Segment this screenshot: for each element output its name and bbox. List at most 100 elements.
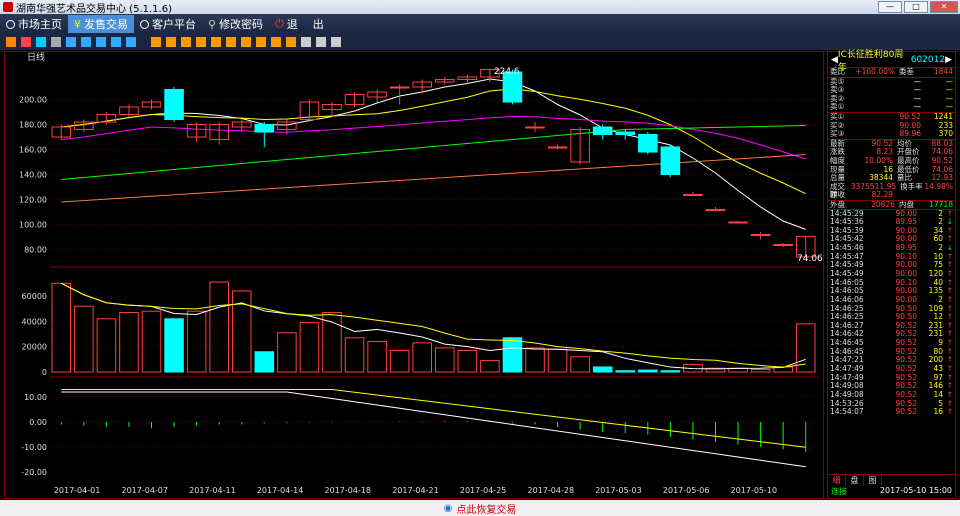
- stats-block: 最新 90.52 均价 88.03 涨跌 8.23 开盘价 74.06 幅度 10.00% 最高价 9…: [828, 138, 955, 200]
- prev-arrow-icon[interactable]: ◀: [831, 55, 838, 65]
- volume-bar: [457, 349, 478, 373]
- restore-trade-bar[interactable]: ◉ 点此恢复交易: [0, 500, 960, 516]
- menu-trade[interactable]: ¥ 发售交易: [68, 15, 134, 33]
- toolbar-tool-icon[interactable]: [21, 37, 31, 47]
- menu-market-home[interactable]: 市场主页: [0, 15, 68, 33]
- tab-book[interactable]: 盘: [846, 475, 864, 486]
- volume-bar: [141, 310, 162, 373]
- volume-bar: [615, 370, 636, 373]
- dif-line: [61, 391, 806, 468]
- toolbar: [0, 34, 960, 50]
- toolbar-tool-icon[interactable]: [241, 37, 251, 47]
- restore-trade-label: 点此恢复交易: [456, 504, 517, 516]
- volume-tick-label: 0: [42, 368, 47, 377]
- window-controls: — □ ✕: [878, 1, 958, 13]
- close-button[interactable]: ✕: [930, 1, 958, 13]
- price-tick-label: 140.00: [19, 171, 47, 180]
- toolbar-tool-icon[interactable]: [316, 37, 326, 47]
- volume-bar: [277, 332, 297, 373]
- low-price-label: 74.06: [797, 254, 823, 264]
- volume-bar: [592, 366, 613, 373]
- volume-bar: [254, 351, 275, 373]
- maximize-button[interactable]: □: [904, 1, 928, 13]
- date-label: 2017-04-01: [54, 486, 101, 495]
- kline-chart[interactable]: 日线 200.00 180.00 160.00 140.00 120.00 100.00 80…: [4, 51, 824, 499]
- toolbar-tool-icon[interactable]: [96, 37, 106, 47]
- dea-line: [61, 389, 806, 448]
- toolbar-tool-icon[interactable]: [126, 37, 136, 47]
- volume-bar: [186, 310, 207, 373]
- candle-body: [164, 89, 184, 120]
- toolbar-tool-icon[interactable]: [226, 37, 236, 47]
- candle-body: [638, 134, 658, 153]
- date-label: 2017-05-06: [663, 486, 710, 495]
- date-label: 2017-04-11: [189, 486, 236, 495]
- menu-exit[interactable]: ⏻ 退出: [269, 15, 330, 33]
- tab-chart[interactable]: 图: [864, 475, 882, 486]
- high-price-label: 224.6: [494, 67, 520, 77]
- globe-icon: [140, 19, 149, 29]
- weibi-row: 委比 +100.00% 委差 1844: [830, 67, 953, 76]
- yen-icon: ¥: [74, 17, 81, 31]
- menu-client-platform[interactable]: 客户平台: [134, 15, 202, 33]
- candle-body: [592, 126, 613, 135]
- toolbar-tool-icon[interactable]: [181, 37, 191, 47]
- volume-bar: [74, 305, 94, 373]
- toolbar-tool-icon[interactable]: [331, 37, 341, 47]
- date-label: 2017-04-25: [460, 486, 507, 495]
- status-datetime: 2017-05-10 15:00: [879, 486, 952, 495]
- price-tick-label: 200.00: [19, 96, 47, 105]
- sell-order-row: 卖② — —: [830, 93, 953, 103]
- date-label: 2017-04-18: [325, 486, 372, 495]
- candle-body: [525, 126, 545, 129]
- tab-detail[interactable]: 细: [828, 475, 846, 486]
- candle-body: [660, 146, 681, 175]
- volume-bar: [435, 347, 455, 373]
- volume-bar: [547, 348, 568, 373]
- candle-body: [750, 234, 771, 236]
- toolbar-tool-icon[interactable]: [196, 37, 206, 47]
- toolbar-tool-icon[interactable]: [111, 37, 121, 47]
- toolbar-tool-icon[interactable]: [151, 37, 161, 47]
- toolbar-tool-icon[interactable]: [211, 37, 221, 47]
- volume-bar: [502, 337, 523, 373]
- next-arrow-icon[interactable]: ▶: [945, 55, 952, 65]
- app-icon: [3, 2, 13, 12]
- macd-tick-label: -20.00: [21, 468, 47, 477]
- stock-code: 602012: [910, 54, 946, 65]
- key-icon: ⚲: [208, 17, 217, 31]
- volume-tick-label: 40000: [22, 317, 47, 326]
- candle-body: [254, 124, 275, 133]
- candle-body: [389, 86, 410, 89]
- price-tick-label: 120.00: [19, 196, 47, 205]
- volume-bar: [344, 337, 365, 373]
- toolbar-tool-icon[interactable]: [286, 37, 296, 47]
- volume-bar: [412, 342, 432, 373]
- window-title: 湖南华强艺术品交易中心 (5.1.1.6): [16, 3, 172, 15]
- price-tick-label: 80.00: [24, 246, 47, 255]
- date-label: 2017-04-28: [528, 486, 575, 495]
- toolbar-tool-icon[interactable]: [271, 37, 281, 47]
- status-line: 连接 2017-05-10 15:00: [828, 486, 955, 498]
- toolbar-tool-icon[interactable]: [81, 37, 91, 47]
- sell-order-row: 卖① — —: [830, 102, 953, 112]
- trade-row: 14:54:07 90.52 16 ↑: [830, 407, 953, 417]
- buy-orders: 买① 90.52 1241 买② 90.00 233 买③ 89.96 370: [828, 111, 955, 139]
- toolbar-tool-icon[interactable]: [166, 37, 176, 47]
- date-label: 2017-04-07: [121, 486, 168, 495]
- volume-bar: [367, 341, 387, 373]
- toolbar-tool-icon[interactable]: [6, 37, 16, 47]
- toolbar-tool-icon[interactable]: [256, 37, 266, 47]
- volume-tick-label: 20000: [22, 343, 47, 352]
- buy-order-row: 买① 90.52 1241: [830, 111, 953, 121]
- globe-icon: [6, 19, 15, 29]
- menu-bar: 市场主页 ¥ 发售交易 客户平台 ⚲ 修改密码 ⏻ 退出: [0, 14, 960, 34]
- menu-change-password[interactable]: ⚲ 修改密码: [202, 15, 269, 33]
- toolbar-tool-icon[interactable]: [51, 37, 61, 47]
- toolbar-tool-icon[interactable]: [66, 37, 76, 47]
- macd-tick-label: 10.00: [24, 393, 47, 402]
- toolbar-tool-icon[interactable]: [36, 37, 46, 47]
- minimize-button[interactable]: —: [878, 1, 902, 13]
- volume-bar: [299, 322, 320, 373]
- toolbar-tool-icon[interactable]: [301, 37, 311, 47]
